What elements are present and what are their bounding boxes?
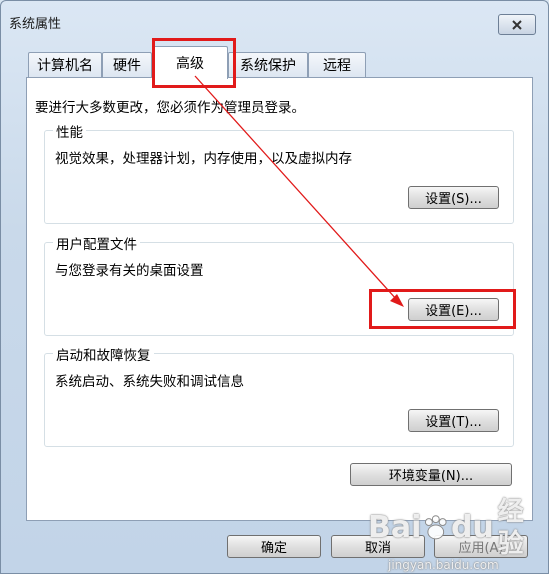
baidu-watermark: Bai du 经验 jingyan.baidu.com (368, 496, 549, 572)
tab-label: 计算机名 (37, 58, 93, 74)
admin-notice: 要进行大多数更改，您必须作为管理员登录。 (35, 100, 305, 116)
user-profiles-desc: 与您登录有关的桌面设置 (55, 263, 204, 279)
tab-label: 远程 (323, 58, 351, 74)
tab-label: 硬件 (113, 58, 141, 74)
environment-variables-button[interactable]: 环境变量(N)... (350, 463, 512, 486)
button-label: 设置(T)... (425, 415, 482, 430)
tab-remote[interactable]: 远程 (308, 52, 366, 77)
performance-settings-button[interactable]: 设置(S)... (408, 186, 499, 209)
window-title: 系统属性 (9, 17, 62, 32)
button-label: 设置(S)... (425, 192, 482, 207)
watermark-url: jingyan.baidu.com (388, 558, 499, 572)
performance-title: 性能 (53, 121, 86, 141)
user-profiles-title: 用户配置文件 (53, 233, 140, 253)
advanced-tab-panel: 要进行大多数更改，您必须作为管理员登录。 性能 视觉效果，处理器计划，内存使用，… (26, 77, 533, 521)
tab-system-protection[interactable]: 系统保护 (228, 52, 308, 77)
tab-advanced[interactable]: 高级 (152, 46, 228, 79)
paw-icon (425, 515, 447, 540)
startup-recovery-settings-button[interactable]: 设置(T)... (408, 409, 499, 432)
close-button[interactable] (498, 14, 536, 35)
button-label: 确定 (260, 541, 287, 556)
tab-hardware[interactable]: 硬件 (102, 52, 152, 77)
performance-group: 性能 视觉效果，处理器计划，内存使用，以及虚拟内存 设置(S)... (44, 121, 514, 224)
startup-recovery-group: 启动和故障恢复 系统启动、系统失败和调试信息 设置(T)... (44, 344, 514, 447)
button-label: 环境变量(N)... (388, 469, 474, 484)
startup-recovery-title: 启动和故障恢复 (53, 344, 154, 364)
watermark-suffix: 经验 (497, 497, 524, 559)
watermark-brand: Bai (368, 510, 422, 545)
startup-recovery-desc: 系统启动、系统失败和调试信息 (55, 374, 244, 390)
performance-desc: 视觉效果，处理器计划，内存使用，以及虚拟内存 (55, 151, 352, 167)
close-icon (512, 19, 522, 30)
system-properties-window: 系统属性 计算机名 硬件 高级 系统保护 远程 要进行大多数更改，您必须作为管理… (0, 0, 549, 574)
user-profiles-settings-button[interactable]: 设置(E)... (408, 298, 499, 321)
ok-button[interactable]: 确定 (227, 535, 321, 558)
user-profiles-group: 用户配置文件 与您登录有关的桌面设置 设置(E)... (44, 233, 514, 336)
tab-computer-name[interactable]: 计算机名 (28, 52, 102, 77)
watermark-brand-tail: du (450, 510, 494, 545)
tab-label: 高级 (176, 56, 204, 72)
tab-label: 系统保护 (240, 58, 296, 74)
button-label: 设置(E)... (425, 304, 482, 319)
